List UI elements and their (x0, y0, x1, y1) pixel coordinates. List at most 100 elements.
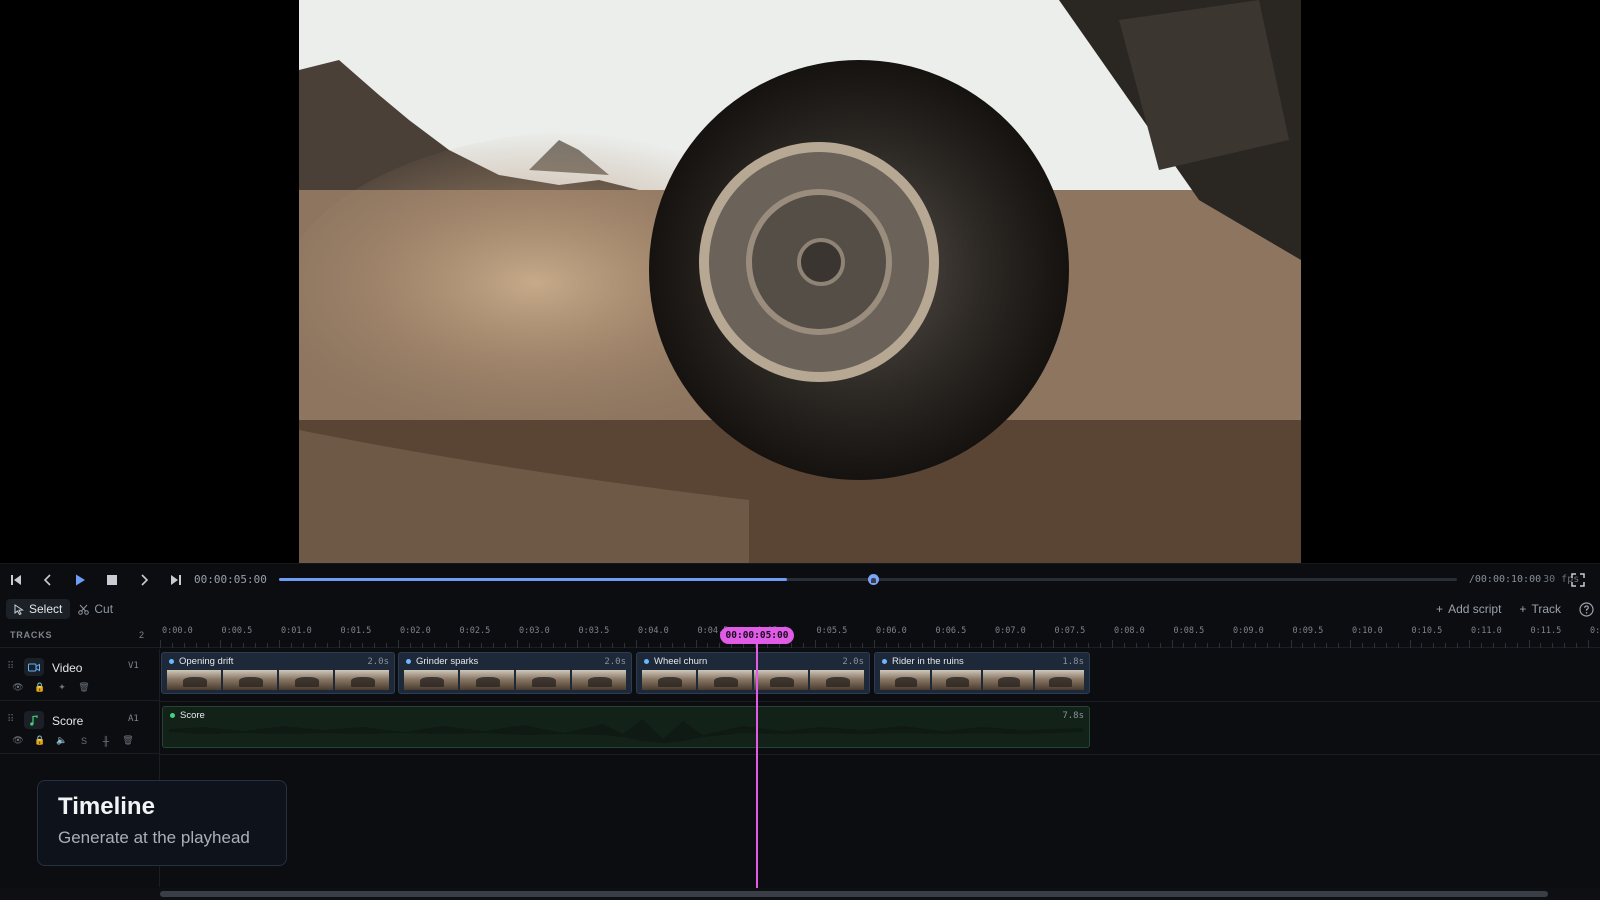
ruler-tick-label: 0:06.0 (876, 626, 907, 636)
cut-tool-button[interactable]: Cut (70, 599, 121, 619)
ruler-tick (1242, 643, 1244, 648)
stop-button[interactable] (96, 564, 128, 596)
ruler-tick (1552, 643, 1554, 648)
ruler-tick (1469, 640, 1470, 648)
volume-icon[interactable]: 🔈 (55, 735, 69, 746)
previous-frame-button[interactable] (32, 564, 64, 596)
ruler-ticks: 0:00.0 0:00.5 0:01.0 0:01.5 0:02.0 0:02.5 0:03… (160, 622, 1600, 648)
video-clip[interactable]: Rider in the ruins 1.8s (874, 652, 1090, 694)
track-header-video: ⠿ Video V1 👁 🔒 ✦ 🗑 (0, 649, 160, 701)
ruler-tick (969, 643, 971, 648)
ruler-tick (826, 643, 828, 648)
add-track-label: Track (1531, 602, 1561, 616)
visibility-eye-icon[interactable]: 👁 (11, 735, 25, 746)
drag-handle-icon[interactable]: ⠿ (7, 714, 14, 725)
ruler-tick (1183, 643, 1185, 648)
ruler-tick-label: 0:00.0 (162, 626, 193, 636)
audio-track-row[interactable]: Score 7.8s (160, 702, 1600, 755)
ruler-tick (1052, 640, 1054, 648)
video-track-row[interactable]: Opening drift 2.0s Grinder sparks 2.0s W… (160, 649, 1600, 702)
ruler-tick-label: 0:01.5 (340, 626, 372, 636)
audio-waveform (169, 719, 1083, 743)
lock-icon[interactable]: 🔒 (33, 682, 47, 693)
trash-icon[interactable]: 🗑 (77, 682, 91, 693)
clip-thumbnails (880, 670, 1084, 690)
ruler-tick (552, 643, 554, 648)
clip-title: Rider in the ruins (892, 656, 964, 667)
fullscreen-button[interactable] (1562, 564, 1594, 596)
ruler-tick (636, 640, 637, 648)
ruler-tick (600, 643, 602, 648)
ruler-tick (1385, 643, 1387, 648)
ruler-tick (445, 643, 447, 648)
next-frame-button[interactable] (128, 564, 160, 596)
ruler-tick (1504, 643, 1506, 648)
ruler-tick (279, 640, 280, 648)
plus-icon: + (1519, 602, 1527, 616)
ruler-tick (1588, 640, 1589, 648)
timeline-ruler[interactable]: TRACKS 2 0:00.0 0:00.5 0:01.0 0:01.5 0:02.0 0… (0, 622, 1600, 648)
add-script-label: Add script (1448, 602, 1502, 616)
trash-icon[interactable]: 🗑 (121, 735, 135, 746)
clip-duration: 2.0s (842, 657, 864, 667)
track-tag: A1 (128, 714, 139, 724)
visibility-eye-icon[interactable]: 👁 (11, 682, 25, 693)
scrub-handle[interactable] (867, 574, 879, 585)
play-icon (76, 574, 85, 585)
lock-icon[interactable]: 🔒 (33, 735, 47, 746)
ruler-tick (1004, 643, 1006, 648)
timeline-toolbar: Select Cut + Add script + Track (0, 596, 1600, 622)
ruler-tick (1207, 643, 1209, 648)
add-script-button[interactable]: + Add script (1430, 599, 1507, 619)
ruler-tick (695, 640, 697, 648)
track-tag: V1 (128, 661, 139, 671)
stop-icon (107, 574, 117, 585)
track-name[interactable]: Score (52, 714, 83, 728)
ruler-tick-label: 0:03.0 (519, 626, 550, 636)
ruler-tick (183, 643, 185, 648)
help-button[interactable] (1573, 599, 1600, 619)
ruler-tick (1135, 643, 1137, 648)
ruler-tick-label: 0:01.0 (281, 626, 312, 636)
ruler-tick-label: 0:11.5 (1530, 626, 1562, 636)
play-button[interactable] (64, 564, 96, 596)
ruler-tick (409, 643, 411, 648)
ruler-tick (195, 643, 197, 648)
solo-icon[interactable]: S (77, 736, 91, 746)
horizontal-scrollbar[interactable] (160, 891, 1548, 897)
scrub-bar[interactable] (278, 574, 1457, 585)
ruler-tick (1028, 643, 1030, 648)
preview-frame (299, 0, 1301, 563)
select-tool-button[interactable]: Select (6, 599, 71, 619)
ruler-tick-label: 0:03.5 (578, 626, 610, 636)
ruler-tick (885, 643, 887, 648)
add-track-button[interactable]: + Track (1513, 599, 1567, 619)
sparkle-icon[interactable]: ✦ (55, 682, 69, 693)
skip-to-end-button[interactable] (160, 564, 192, 596)
ruler-tick (469, 643, 471, 648)
ruler-tick-label: 0:11.0 (1471, 626, 1502, 636)
drag-handle-icon[interactable]: ⠿ (7, 661, 14, 672)
playhead[interactable] (756, 634, 758, 888)
ruler-tick (171, 643, 173, 648)
ruler-tick-label: 0:07.0 (995, 626, 1026, 636)
tracks-heading: TRACKS (10, 630, 53, 640)
ruler-tick (326, 643, 328, 648)
track-name[interactable]: Video (52, 661, 82, 675)
ruler-tick (1480, 643, 1482, 648)
waveform-icon[interactable]: ╫ (99, 736, 113, 746)
skip-to-start-button[interactable] (0, 564, 32, 596)
ruler-tick-label: 0:04.0 (638, 626, 669, 636)
ruler-tick (874, 640, 875, 648)
ruler-tick (1373, 643, 1375, 648)
audio-clip[interactable]: Score 7.8s (162, 706, 1090, 748)
ruler-tick (981, 643, 983, 648)
transport-bar: 00:00:05:00 /00:00:10:00 30 fps (0, 563, 1600, 595)
video-clip[interactable]: Opening drift 2.0s (161, 652, 395, 694)
ruler-tick (564, 643, 566, 648)
playhead-timecode[interactable]: 00:00:05:00 (720, 627, 794, 644)
ruler-tick-label: 0:10.0 (1352, 626, 1383, 636)
cursor-icon (14, 603, 24, 615)
video-clip[interactable]: Grinder sparks 2.0s (398, 652, 632, 694)
video-clip[interactable]: Wheel churn 2.0s (636, 652, 870, 694)
